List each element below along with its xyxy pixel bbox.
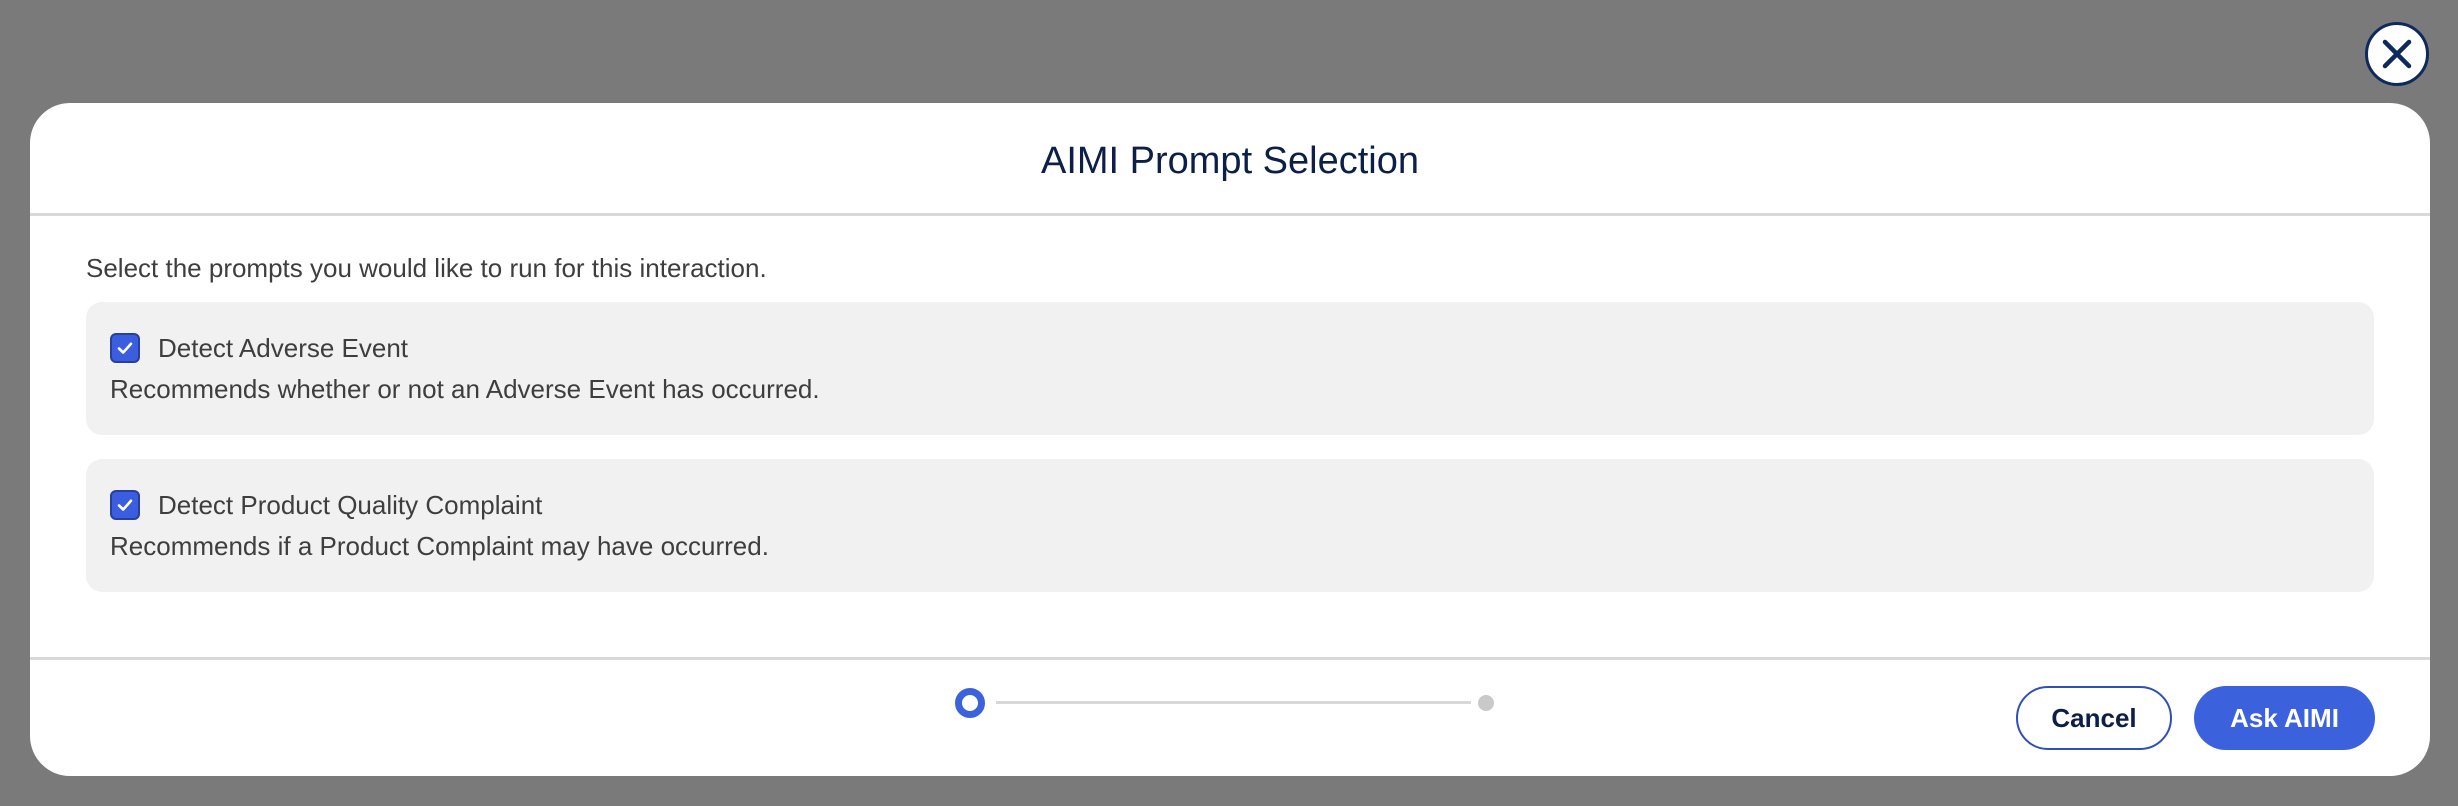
step-indicator-next	[1478, 695, 1494, 711]
prompt-label[interactable]: Detect Adverse Event	[158, 333, 408, 364]
instruction-text: Select the prompts you would like to run…	[86, 253, 767, 283]
prompt-description: Recommends if a Product Complaint may ha…	[110, 531, 769, 561]
modal-body: Select the prompts you would like to run…	[30, 216, 2430, 660]
checkmark-icon	[117, 499, 133, 511]
prompt-card-adverse-event: Detect Adverse Event Recommends whether …	[86, 302, 2374, 435]
prompt-row: Detect Product Quality Complaint	[110, 487, 2350, 523]
prompt-selection-modal: AIMI Prompt Selection Select the prompts…	[30, 103, 2430, 776]
prompt-description: Recommends whether or not an Adverse Eve…	[110, 374, 820, 404]
adverse-event-checkbox[interactable]	[110, 333, 140, 363]
step-indicator-current	[955, 688, 985, 718]
prompt-label[interactable]: Detect Product Quality Complaint	[158, 490, 542, 521]
progress-stepper	[955, 686, 1494, 720]
checkmark-icon	[117, 342, 133, 354]
ask-aimi-button[interactable]: Ask AIMI	[2194, 686, 2375, 750]
close-icon	[2382, 39, 2412, 69]
modal-title: AIMI Prompt Selection	[1040, 139, 1420, 182]
close-button[interactable]	[2365, 22, 2429, 86]
step-connector	[996, 701, 1471, 704]
cancel-button[interactable]: Cancel	[2016, 686, 2172, 750]
quality-complaint-checkbox[interactable]	[110, 490, 140, 520]
modal-header: AIMI Prompt Selection	[30, 103, 2430, 216]
modal-footer: Cancel Ask AIMI	[30, 660, 2430, 773]
prompt-card-quality-complaint: Detect Product Quality Complaint Recomme…	[86, 459, 2374, 592]
prompt-row: Detect Adverse Event	[110, 330, 2350, 366]
